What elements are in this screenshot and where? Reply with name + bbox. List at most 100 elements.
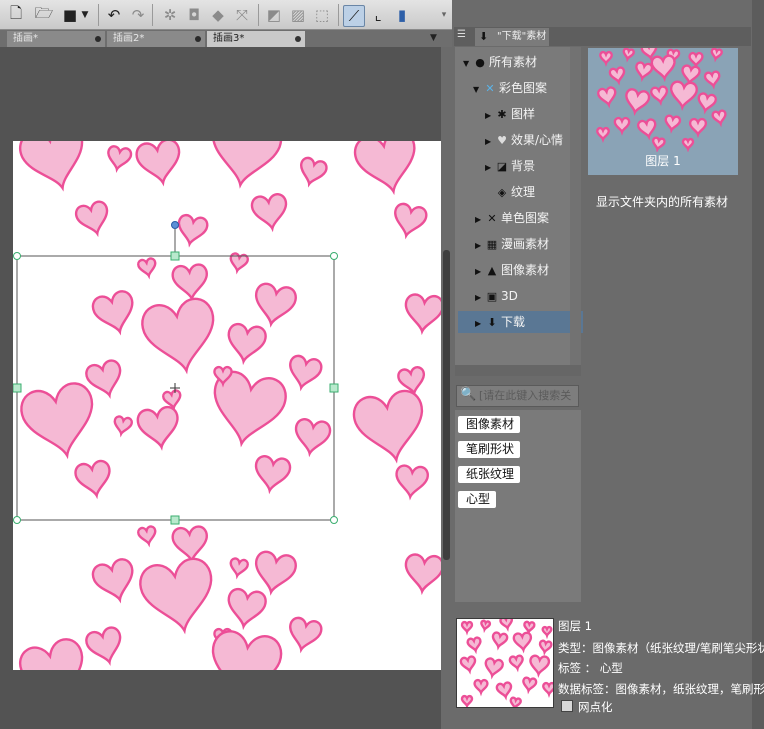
tree-item-pattern[interactable]: ▶ ✱ 图样 — [485, 103, 535, 125]
heart-shape — [133, 141, 186, 188]
tag-image-material[interactable]: 图像素材 — [458, 416, 521, 433]
heart-shape — [508, 654, 526, 671]
heart-shape — [542, 681, 553, 696]
close-icon[interactable] — [195, 36, 201, 42]
heart-shape — [710, 108, 729, 126]
heart-shape — [350, 141, 424, 199]
canvas[interactable] — [13, 141, 441, 670]
tab-label: 插画2* — [113, 33, 145, 44]
heart-shape — [250, 549, 299, 597]
snap-grid-icon[interactable]: ▮ — [392, 5, 412, 25]
save-dropdown-icon[interactable]: ▼ — [78, 5, 92, 25]
tree-item-color-pattern[interactable]: ▼ ✕ 彩色图案 — [473, 77, 547, 99]
heart-shape — [482, 656, 505, 679]
heart-shape — [495, 680, 514, 700]
panel-menu-icon[interactable]: ☰ — [457, 29, 466, 40]
undo-icon[interactable]: ↶ — [104, 5, 124, 25]
tree-item-all[interactable]: ▼ ● 所有素材 — [463, 51, 537, 73]
tree-item-manga[interactable]: ▶ ▦ 漫画素材 — [475, 233, 549, 255]
fill-icon[interactable]: ◘ — [184, 5, 204, 25]
heart-shape — [688, 117, 708, 136]
image-icon: ▲ — [487, 264, 497, 277]
tree-vertical-scrollbar[interactable] — [570, 47, 581, 365]
heart-shape — [459, 654, 478, 674]
heart-shape — [389, 201, 430, 241]
heart-shape — [174, 212, 210, 248]
heart-shape — [621, 47, 636, 61]
heart-shape — [709, 47, 724, 61]
heart-icon: ♥ — [497, 134, 507, 147]
heart-shape — [111, 414, 134, 437]
new-file-icon[interactable]: 🗋 — [6, 4, 26, 25]
clear-icon[interactable]: ✲ — [160, 5, 180, 25]
tree-horizontal-scrollbar[interactable] — [455, 365, 581, 376]
image-icon: ◪ — [496, 160, 508, 173]
heart-shape — [284, 353, 325, 393]
open-folder-icon[interactable]: 🗁 — [34, 4, 54, 25]
selection-icon[interactable]: ⬚ — [312, 5, 332, 25]
tab-document-3[interactable]: 插画3* — [207, 31, 305, 47]
right-edge-strip — [752, 0, 764, 729]
snap-special-ruler-icon[interactable]: ⌞ — [368, 5, 388, 25]
heart-shape — [596, 85, 619, 108]
tab-document-2[interactable]: 插画2* — [107, 31, 205, 47]
heart-shape — [465, 635, 484, 653]
snap-ruler-icon[interactable]: ⟋ — [343, 5, 365, 27]
tree-item-download[interactable]: ▶ ⬇ 下载 — [458, 311, 583, 333]
material-tree: ▼ ● 所有素材 ▼ ✕ 彩色图案 ▶ ✱ 图样 ▶ ♥ 效果/心情 ▶ ◪ 背景 ◈ 纹理 ▶ ✕ 单色… — [455, 47, 583, 375]
heart-shape — [250, 281, 299, 329]
close-icon[interactable] — [95, 36, 101, 42]
pattern-icon: ✕ — [487, 212, 497, 225]
tree-item-background[interactable]: ▶ ◪ 背景 — [485, 155, 535, 177]
heart-shape — [224, 321, 269, 366]
tree-item-effect[interactable]: ▶ ♥ 效果/心情 — [485, 129, 563, 151]
heart-shape — [284, 615, 325, 655]
heart-shape — [668, 79, 699, 110]
globe-icon: ● — [475, 56, 485, 69]
heart-shape — [291, 416, 333, 458]
manga-icon: ▦ — [486, 238, 498, 251]
close-icon[interactable] — [295, 36, 301, 42]
heart-shape — [83, 624, 128, 668]
heart-shape — [251, 453, 293, 495]
checkbox-icon[interactable] — [561, 700, 573, 712]
heart-shape — [170, 262, 211, 302]
heart-shape — [136, 524, 159, 547]
heart-shape — [393, 463, 430, 500]
heart-shape — [688, 51, 704, 67]
heart-shape — [613, 116, 631, 134]
thumbnail-hearts — [459, 619, 553, 707]
heart-shape — [170, 524, 211, 564]
tab-list-icon[interactable]: ▼ — [430, 33, 437, 43]
heart-shape — [498, 619, 515, 631]
save-icon[interactable]: ■ — [60, 5, 80, 25]
heart-shape — [72, 458, 115, 500]
deselect-icon[interactable]: ◩ — [264, 5, 284, 25]
pattern-icon: ✕ — [485, 82, 495, 95]
tag-paper-texture[interactable]: 纸张纹理 — [458, 466, 521, 483]
folder-description: 显示文件夹内的所有素材 — [596, 195, 729, 209]
heart-shape — [650, 136, 667, 152]
heart-shape — [138, 294, 223, 379]
tree-item-mono-pattern[interactable]: ▶ ✕ 单色图案 — [475, 207, 549, 229]
erase-icon[interactable]: ◆ — [208, 5, 228, 25]
tab-download-material[interactable]: ⬇ "下载"素材 — [475, 28, 549, 46]
tag-brush-shape[interactable]: 笔刷形状 — [458, 441, 521, 458]
download-icon: ⬇ — [479, 30, 489, 43]
halftone-label: 网点化 — [578, 700, 613, 714]
preview-hearts — [596, 41, 729, 152]
search-icon[interactable]: 🔍 — [460, 387, 476, 403]
toolbar-more-icon[interactable]: ▾ — [438, 5, 450, 25]
tag-heart[interactable]: 心型 — [458, 491, 497, 508]
invert-selection-icon[interactable]: ▨ — [288, 5, 308, 25]
tree-item-image[interactable]: ▶ ▲ 图像素材 — [475, 259, 549, 281]
info-tag: 标签 ： 心型 — [558, 661, 623, 675]
transform-icon[interactable]: ⤧ — [232, 5, 252, 25]
tree-item-3d[interactable]: ▶ ▣ 3D — [475, 285, 518, 307]
tab-document-1[interactable]: 插画* — [7, 31, 105, 47]
redo-icon[interactable]: ↷ — [128, 5, 148, 25]
texture-icon: ◈ — [497, 186, 507, 199]
tree-item-texture[interactable]: ◈ 纹理 — [495, 181, 535, 203]
canvas-scroll-thumb[interactable] — [443, 250, 450, 560]
tab-label: 插画3* — [213, 33, 245, 44]
